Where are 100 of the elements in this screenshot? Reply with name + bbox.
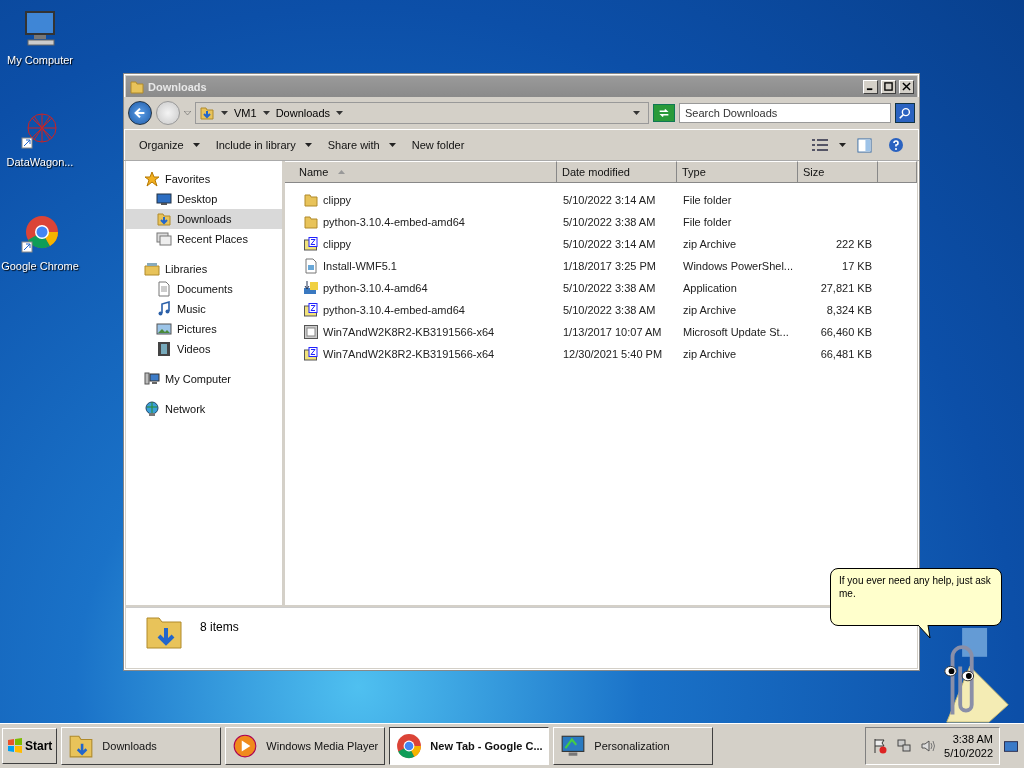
date-modified-cell-text: 5/10/2022 3:38 AM [562,282,657,294]
download-folder-icon [199,105,215,121]
shortcut-label: Google Chrome [1,260,79,272]
column-header[interactable]: Name [285,161,557,183]
zip-archive-icon [303,236,319,252]
play-button-icon [232,733,259,759]
refresh-button[interactable] [653,104,675,122]
date-modified-cell-text: 5/10/2022 3:38 AM [562,216,657,228]
folder-icon [129,78,145,95]
file-type-cell-text: Microsoft Update St... [682,326,790,338]
close-button[interactable] [899,79,914,94]
search-field[interactable]: Search Downloads [679,103,891,123]
navigation-item[interactable]: Downloads [126,209,282,229]
navigation-item[interactable]: Pictures [126,319,282,339]
file-size-cell-text: 222 KB [834,238,873,250]
file-name[interactable]: Win7AndW2K8R2-KB3191566-x64 [323,326,495,338]
clock-time[interactable]: 3:38 AM [952,732,993,746]
column-header[interactable]: Size [798,161,878,183]
folder-icon [68,733,95,759]
preview-pane-icon [857,137,872,153]
file-type-cell-text: Windows PowerShel... [682,260,795,272]
desktop-shortcut[interactable]: Google Chrome [0,214,80,272]
navigation-item[interactable]: Documents [126,279,282,299]
computer-icon [144,371,160,387]
maximize-button[interactable] [881,79,896,94]
browser-icon [396,733,423,759]
file-name[interactable]: clippy [323,194,352,206]
address-bar[interactable]: VM1 Downloads [195,102,649,124]
pictures-icon [156,321,172,337]
maximize-icon [884,82,893,91]
zip-archive-icon [303,302,319,318]
toolbar-button[interactable]: Include in library [210,136,317,154]
file-name[interactable]: Win7AndW2K8R2-KB3191566-x64 [323,348,495,360]
back-button[interactable] [128,101,152,125]
navigation-item[interactable]: My Computer [126,369,282,389]
script-file-icon [303,258,319,274]
file-type-cell-text: zip Archive [682,348,738,360]
file-name[interactable]: clippy [323,238,352,250]
windows-logo-icon [7,738,23,754]
item-count: 8 items [200,620,239,634]
breadcrumb[interactable]: Downloads [275,107,331,119]
network-graph-icon [20,110,60,150]
details-view-icon [812,139,828,151]
navigation-item[interactable]: Libraries [126,259,282,279]
dropdown-arrow-icon [633,111,640,115]
file-name[interactable]: Install-WMF5.1 [323,260,397,272]
desktop-shortcut[interactable]: My Computer [0,8,80,66]
date-modified-cell-text: 1/18/2017 3:25 PM [562,260,657,272]
date-modified-cell-text: 5/10/2022 3:14 AM [562,238,657,250]
navigation-item[interactable]: Videos [126,339,282,359]
file-type-cell-text: File folder [682,216,733,228]
desktop-icon [156,191,172,207]
balloon-message: If you ever need any help, just ask me. [839,575,991,599]
navigation-item[interactable]: Recent Places [126,229,282,249]
help-icon [888,137,904,153]
file-size-cell-text: 66,460 KB [819,326,873,338]
file-size-cell-text: 17 KB [841,260,873,272]
start-button[interactable]: Start [2,728,58,764]
taskbar-button[interactable]: Downloads [61,727,222,765]
close-icon [902,82,911,91]
file-name[interactable]: python-3.10.4-embed-amd64 [323,304,465,316]
network-globe-icon [144,401,160,417]
back-arrow-icon [133,106,147,120]
file-name[interactable]: python-3.10.4-embed-amd64 [323,216,465,228]
music-note-icon [156,301,172,317]
shortcut-label: My Computer [7,54,73,66]
dropdown-arrow-icon [304,143,312,147]
minimize-button[interactable] [863,79,878,94]
dropdown-arrow-icon [839,143,846,147]
file-type-cell-text: Application [682,282,738,294]
taskbar-button[interactable]: Personalization [553,727,714,765]
refresh-icon [657,106,671,120]
date-modified-cell-text: 12/30/2021 5:40 PM [562,348,664,360]
browser-icon [20,214,60,254]
navigation-item[interactable]: Network [126,399,282,419]
breadcrumb[interactable]: VM1 [234,107,257,119]
toolbar-button[interactable]: Organize [134,136,205,154]
dropdown-arrow-icon [192,143,200,147]
desktop-icon [1004,740,1018,752]
desktop-shortcut[interactable]: DataWagon... [0,110,80,168]
date-modified-cell-text: 5/10/2022 3:14 AM [562,194,657,206]
file-size-cell-text: 8,324 KB [825,304,873,316]
toolbar-button[interactable]: New folder [406,136,470,154]
search-button[interactable] [895,103,915,123]
file-size-cell-text: 27,821 KB [819,282,873,294]
file-size-cell-text: 66,481 KB [819,348,873,360]
column-header[interactable]: Type [677,161,798,183]
navigation-item[interactable]: Music [126,299,282,319]
file-name[interactable]: python-3.10.4-amd64 [323,282,428,294]
network-icon [896,738,913,754]
toolbar-button[interactable]: Share with [322,136,401,154]
navigation-item[interactable]: Desktop [126,189,282,209]
folder-icon [303,192,319,208]
taskbar-button[interactable]: New Tab - Google C... [389,727,550,765]
dropdown-arrow-icon [388,143,396,147]
column-header[interactable]: Date modified [557,161,677,183]
clock-date[interactable]: 5/10/2022 [944,746,993,760]
shortcut-label: DataWagon... [6,156,74,168]
taskbar-button[interactable]: Windows Media Player [225,727,386,765]
navigation-item[interactable]: Favorites [126,169,282,189]
